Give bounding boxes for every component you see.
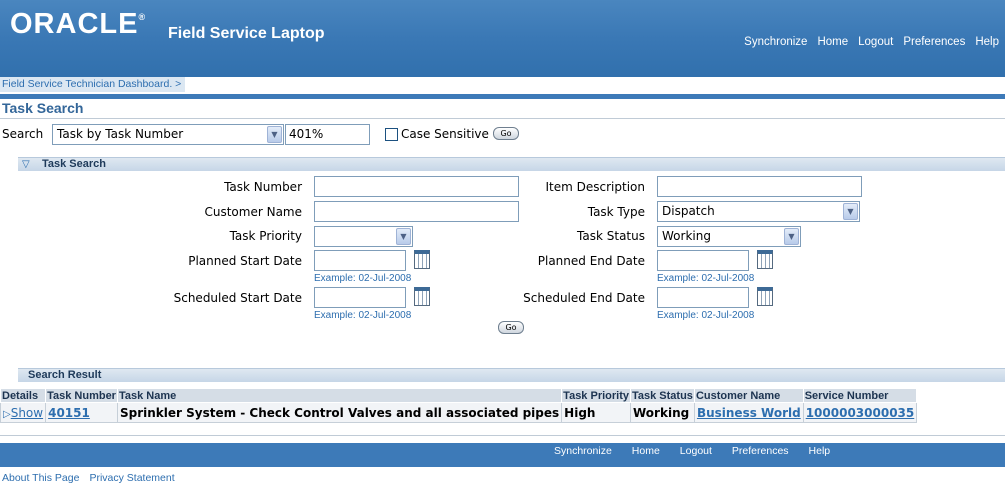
footer-preferences-link[interactable]: Preferences (732, 445, 789, 457)
planned-end-date-input[interactable] (657, 250, 749, 271)
nav-synchronize-link[interactable]: Synchronize (744, 36, 807, 48)
column-header[interactable]: Task Name (116, 388, 563, 403)
oracle-logo: ORACLE® (10, 8, 147, 40)
date-example-hint: Example: 02-Jul-2008 (314, 310, 412, 321)
nav-help-link[interactable]: Help (975, 36, 999, 48)
customer-name-cell: Business World (693, 402, 804, 423)
nav-home-link[interactable]: Home (817, 36, 848, 48)
task-status-label: Task Status (577, 229, 645, 243)
customer-link[interactable]: Business World (697, 406, 801, 420)
scheduled-start-date-label: Scheduled Start Date (173, 291, 302, 305)
search-result-table: Details Task Number Task Name Task Prior… (0, 388, 918, 423)
task-type-select[interactable]: Dispatch ▼ (657, 201, 860, 222)
task-number-label: Task Number (224, 180, 302, 194)
footer-help-link[interactable]: Help (809, 445, 831, 457)
search-result-section-header: Search Result (18, 368, 1005, 382)
task-name-cell: Sprinkler System - Check Control Valves … (116, 402, 563, 423)
calendar-icon[interactable] (757, 250, 773, 269)
footer-nav: Synchronize Home Logout Preferences Help (554, 445, 850, 457)
privacy-statement-link[interactable]: Privacy Statement (89, 472, 174, 484)
task-type-label: Task Type (587, 205, 645, 219)
divider (0, 435, 1005, 436)
item-description-input[interactable] (657, 176, 862, 197)
footer-synchronize-link[interactable]: Synchronize (554, 445, 612, 457)
customer-name-input[interactable] (314, 201, 519, 222)
search-value-input[interactable]: 401% (285, 124, 370, 145)
planned-start-date-label: Planned Start Date (188, 254, 302, 268)
bottom-links: About This Page Privacy Statement (2, 472, 175, 484)
task-priority-select[interactable]: ▼ (314, 226, 413, 247)
task-number-cell: 40151 (45, 402, 118, 423)
section-title: Search Result (28, 369, 102, 381)
hide-section-icon[interactable]: ▽ (22, 158, 30, 171)
scheduled-end-date-input[interactable] (657, 287, 749, 308)
date-example-hint: Example: 02-Jul-2008 (314, 273, 412, 284)
chevron-down-icon: ▼ (267, 126, 282, 143)
section-title: Task Search (42, 158, 107, 170)
task-number-input[interactable] (314, 176, 519, 197)
task-type-value: Dispatch (662, 204, 715, 218)
column-header: Details (0, 388, 47, 403)
app-name: Field Service Laptop (168, 25, 325, 42)
planned-start-date-input[interactable] (314, 250, 406, 271)
customer-name-label: Customer Name (204, 205, 302, 219)
divider (0, 118, 1005, 119)
service-number-link[interactable]: 1000003000035 (806, 406, 915, 420)
footer-home-link[interactable]: Home (632, 445, 660, 457)
case-sensitive-checkbox[interactable] (385, 128, 398, 141)
nav-logout-link[interactable]: Logout (858, 36, 893, 48)
divider (0, 94, 1005, 99)
table-row: ▷Show 40151 Sprinkler System - Check Con… (0, 402, 918, 423)
nav-preferences-link[interactable]: Preferences (903, 36, 965, 48)
page-title: Task Search (2, 100, 84, 116)
show-details-link[interactable]: Show (11, 406, 43, 420)
column-header[interactable]: Customer Name (693, 388, 804, 403)
column-header[interactable]: Task Number (45, 388, 118, 403)
table-header-row: Details Task Number Task Name Task Prior… (0, 388, 918, 403)
task-number-link[interactable]: 40151 (48, 406, 90, 420)
task-status-select[interactable]: Working ▼ (657, 226, 801, 247)
about-this-page-link[interactable]: About This Page (2, 472, 79, 484)
task-status-cell: Working (630, 402, 695, 423)
calendar-icon[interactable] (757, 287, 773, 306)
scheduled-end-date-label: Scheduled End Date (523, 291, 645, 305)
task-search-section-header[interactable]: ▽ Task Search (18, 157, 1005, 171)
quick-search-go-button[interactable]: Go (493, 127, 519, 140)
chevron-down-icon: ▼ (843, 203, 858, 220)
date-example-hint: Example: 02-Jul-2008 (657, 310, 755, 321)
chevron-down-icon: ▼ (396, 228, 411, 245)
task-search-go-button[interactable]: Go (498, 321, 524, 334)
calendar-icon[interactable] (414, 250, 430, 269)
app-header: ORACLE® Field Service Laptop Synchronize… (0, 0, 1005, 77)
calendar-icon[interactable] (414, 287, 430, 306)
column-header[interactable]: Task Status (630, 388, 695, 403)
search-by-select[interactable]: Task by Task Number ▼ (52, 124, 284, 145)
search-label: Search (2, 127, 44, 141)
column-header[interactable]: Task Priority (561, 388, 631, 403)
case-sensitive-label: Case Sensitive (401, 127, 489, 141)
global-nav: Synchronize Home Logout Preferences Help (744, 36, 999, 48)
item-description-label: Item Description (545, 180, 645, 194)
task-priority-cell: High (561, 402, 631, 423)
chevron-down-icon: ▼ (784, 228, 799, 245)
service-number-cell: 1000003000035 (802, 402, 918, 423)
task-priority-label: Task Priority (229, 229, 302, 243)
planned-end-date-label: Planned End Date (537, 254, 645, 268)
scheduled-start-date-input[interactable] (314, 287, 406, 308)
details-cell: ▷Show (0, 402, 47, 423)
footer-bar (0, 443, 1005, 467)
expand-triangle-icon[interactable]: ▷ (3, 409, 11, 420)
breadcrumb[interactable]: Field Service Technician Dashboard. > (0, 77, 186, 92)
task-status-value: Working (662, 229, 711, 243)
footer-logout-link[interactable]: Logout (680, 445, 712, 457)
date-example-hint: Example: 02-Jul-2008 (657, 273, 755, 284)
column-header[interactable]: Service Number (802, 388, 918, 403)
search-by-value: Task by Task Number (57, 127, 184, 141)
